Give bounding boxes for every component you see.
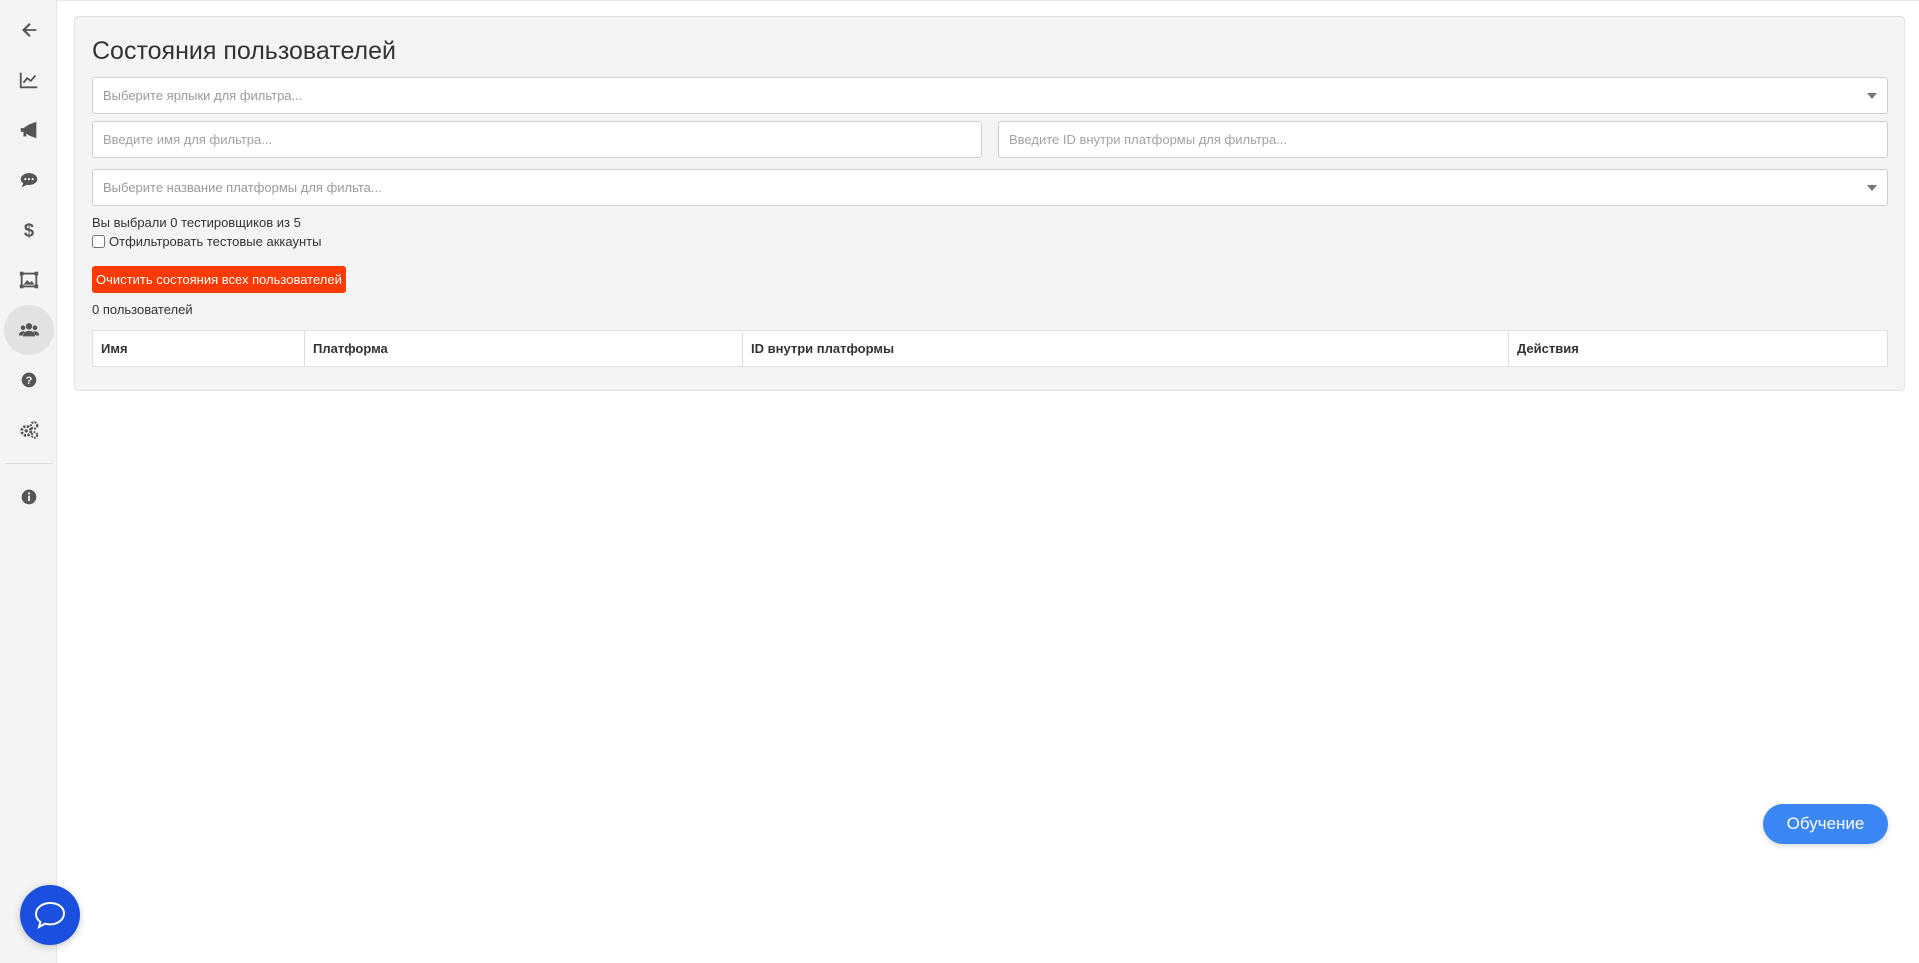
megaphone-icon xyxy=(20,121,37,139)
clear-all-states-button[interactable]: Очистить состояния всех пользователей xyxy=(92,266,346,293)
page-title: Состояния пользователей xyxy=(92,37,396,65)
table-header-name: Имя xyxy=(93,331,305,366)
learning-button[interactable]: Обучение xyxy=(1763,804,1888,844)
filter-test-accounts-checkbox[interactable] xyxy=(92,235,105,248)
users-table: Имя Платформа ID внутри платформы Действ… xyxy=(92,330,1888,367)
users-icon xyxy=(18,323,40,337)
sidebar-item-media[interactable] xyxy=(4,255,54,305)
sidebar: $ ? xyxy=(0,0,57,963)
testers-info: Вы выбрали 0 тестировщиков из 5 xyxy=(92,215,301,230)
platform-name-filter-select[interactable]: Выберите название платформы для фильта..… xyxy=(92,169,1888,206)
name-filter-input[interactable] xyxy=(92,121,982,158)
comment-icon xyxy=(20,173,38,188)
table-header-actions: Действия xyxy=(1517,341,1579,356)
sidebar-item-settings[interactable] xyxy=(4,405,54,455)
back-button[interactable] xyxy=(4,5,54,55)
users-count: 0 пользователей xyxy=(92,302,193,317)
sidebar-item-help[interactable]: ? xyxy=(4,355,54,405)
chevron-down-icon xyxy=(1867,93,1877,99)
svg-text:$: $ xyxy=(24,219,34,240)
sidebar-item-payments[interactable]: $ xyxy=(4,205,54,255)
filter-test-accounts-row: Отфильтровать тестовые аккаунты xyxy=(92,234,321,249)
dollar-icon: $ xyxy=(24,219,34,240)
labels-filter-placeholder: Выберите ярлыки для фильтра... xyxy=(103,88,303,103)
sidebar-divider xyxy=(5,463,53,464)
sidebar-item-analytics[interactable] xyxy=(4,55,54,105)
labels-filter-select[interactable]: Выберите ярлыки для фильтра... xyxy=(92,77,1888,114)
line-chart-icon xyxy=(19,72,38,89)
svg-text:?: ? xyxy=(26,375,33,387)
sidebar-item-broadcasts[interactable] xyxy=(4,105,54,155)
sidebar-item-info[interactable] xyxy=(4,472,54,522)
info-icon xyxy=(21,489,37,505)
filter-test-accounts-label: Отфильтровать тестовые аккаунты xyxy=(109,234,322,249)
platform-name-filter-placeholder: Выберите название платформы для фильта..… xyxy=(103,180,382,195)
platform-id-filter-input[interactable] xyxy=(998,121,1888,158)
chat-bubble-icon xyxy=(34,901,66,930)
top-divider xyxy=(57,0,1919,1)
gears-icon xyxy=(20,421,39,439)
sidebar-item-dialogs[interactable] xyxy=(4,155,54,205)
arrow-left-icon xyxy=(22,23,37,37)
question-icon: ? xyxy=(21,372,37,388)
chevron-down-icon xyxy=(1867,185,1877,191)
table-header-platform-id: ID внутри платформы xyxy=(743,331,1509,366)
sidebar-item-users[interactable] xyxy=(4,305,54,355)
chat-widget-button[interactable] xyxy=(20,885,80,945)
table-header-platform: Платформа xyxy=(305,331,743,366)
image-frame-icon xyxy=(19,271,39,289)
user-states-panel: Состояния пользователей Выберите ярлыки … xyxy=(74,16,1905,391)
